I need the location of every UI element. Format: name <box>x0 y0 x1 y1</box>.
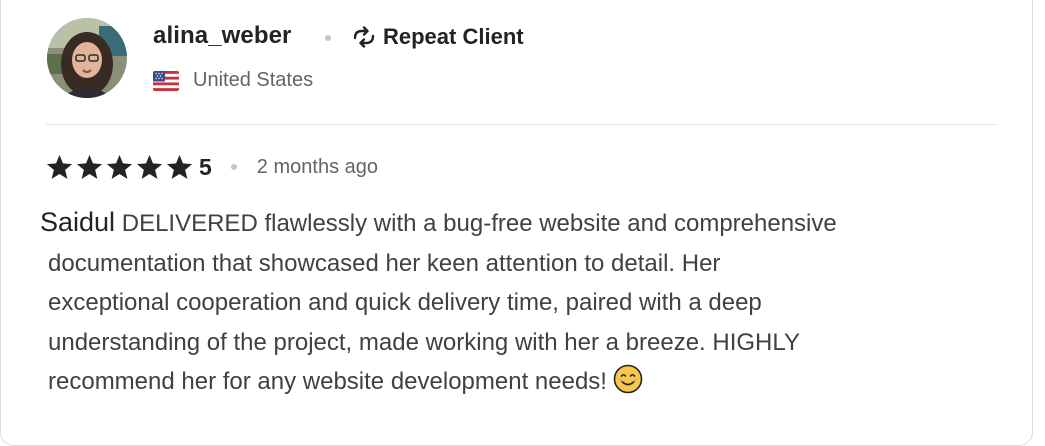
repeat-icon <box>351 26 377 48</box>
separator-dot <box>325 35 331 41</box>
divider <box>46 124 996 125</box>
review-line: documentation that showcased her keen at… <box>48 249 721 277</box>
repeat-client-label: Repeat Client <box>383 24 524 49</box>
review-author-name: Saidul <box>40 207 116 237</box>
review-line: understanding of the project, made worki… <box>48 328 800 356</box>
star-icon <box>106 154 133 179</box>
us-flag-icon <box>153 70 179 91</box>
review-time: 2 months ago <box>256 155 378 178</box>
avatar[interactable] <box>47 18 127 98</box>
reviewer-username[interactable]: alina_weber <box>153 22 292 50</box>
country-name: United States <box>193 69 314 91</box>
repeat-client-badge: Repeat Client <box>351 24 524 50</box>
reviewer-country: United States <box>153 69 313 92</box>
rating-row: 5 2 months ago <box>46 153 378 181</box>
star-icon <box>46 154 73 179</box>
star-icon <box>136 154 163 179</box>
review-text: Saidul DELIVERED flawlessly with a bug-f… <box>40 203 1000 407</box>
star-icon <box>76 154 103 179</box>
review-line: exceptional cooperation and quick delive… <box>48 289 762 316</box>
review-line: Saidul DELIVERED flawlessly with a bug-f… <box>40 207 837 237</box>
star-icon <box>166 154 193 179</box>
review-line: recommend her for any website developmen… <box>40 362 1000 407</box>
separator-dot <box>230 164 237 170</box>
star-rating <box>46 154 193 180</box>
smiling-face-icon <box>613 364 643 407</box>
rating-value: 5 <box>199 153 212 180</box>
